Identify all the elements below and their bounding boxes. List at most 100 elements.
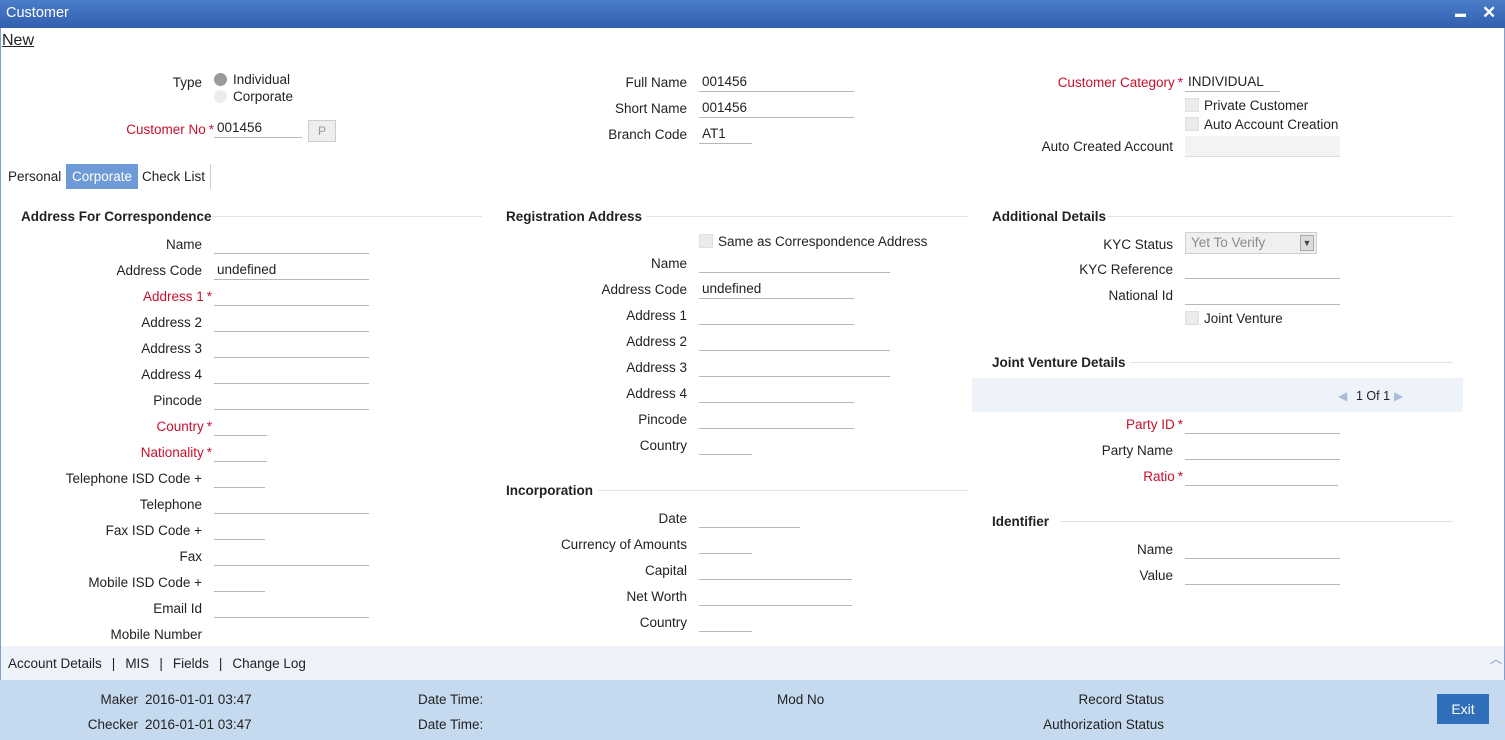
corr-address1-input[interactable] [214,286,369,306]
inc-currency-input[interactable] [699,534,752,554]
section-divider [646,216,968,217]
corr-mobile-isd-input[interactable] [214,572,265,592]
section-divider [598,490,968,491]
radio-corporate[interactable] [214,90,227,103]
corr-name-label: Name [165,237,202,252]
customer-category-label: Customer Category * [1057,75,1183,90]
corr-address4-label: Address 4 [141,367,202,382]
ratio-label: Ratio * [1143,469,1183,484]
private-customer-label: Private Customer [1204,98,1309,113]
mod-no-label: Mod No [777,692,825,707]
reg-address4-input[interactable] [699,383,854,403]
window-title: Customer [6,5,69,21]
corr-address2-input[interactable] [214,312,369,332]
mis-link[interactable]: MIS [125,656,149,671]
maker-date-time-label: Date Time: [418,692,484,707]
party-name-label: Party Name [1101,443,1173,458]
inc-date-label: Date [658,511,687,526]
reg-address1-input[interactable] [699,305,854,325]
new-link[interactable]: New [2,32,34,50]
inc-capital-label: Capital [644,563,687,578]
reg-country-input[interactable] [699,435,752,455]
registration-title: Registration Address [506,209,643,224]
section-divider [1060,521,1453,522]
corr-mobile-label: Mobile Number [110,627,202,642]
short-name-input[interactable]: 001456 [699,98,854,118]
reg-country-label: Country [639,438,687,453]
ratio-input[interactable] [1185,466,1338,486]
corr-pincode-input[interactable] [214,390,369,410]
inc-country-label: Country [639,615,687,630]
reg-address3-label: Address 3 [626,360,687,375]
tab-check-list[interactable]: Check List [136,164,211,189]
corr-tel-isd-input[interactable] [214,468,265,488]
tab-corporate[interactable]: Corporate [66,164,139,189]
reg-address2-label: Address 2 [626,334,687,349]
corr-fax-isd-input[interactable] [214,520,265,540]
close-icon[interactable]: ✕ [1482,3,1496,23]
radio-corporate-label: Corporate [233,89,294,104]
corr-address-code-input[interactable]: undefined [214,260,369,280]
reg-address-code-input[interactable]: undefined [699,279,854,299]
correspondence-title: Address For Correspondence [21,209,212,224]
corr-telephone-input[interactable] [214,494,369,514]
checker-value: 2016-01-01 03:47 [145,717,252,732]
exit-button[interactable]: Exit [1437,694,1489,724]
corr-fax-label: Fax [179,549,202,564]
corr-email-input[interactable] [214,598,369,618]
joint-venture-checkbox[interactable] [1185,311,1199,325]
next-page-icon[interactable]: ▶ [1394,389,1403,403]
kyc-status-value: Yet To Verify [1191,235,1266,250]
customer-no-input[interactable]: 001456 [214,118,302,138]
identifier-name-input[interactable] [1185,539,1340,559]
minimize-icon[interactable]: ▬ [1455,8,1466,20]
branch-code-input[interactable]: AT1 [699,124,752,144]
additional-title: Additional Details [992,209,1107,224]
inc-country-input[interactable] [699,612,752,632]
reg-address2-input[interactable] [699,331,890,351]
reg-pincode-input[interactable] [699,409,854,429]
corr-address2-label: Address 2 [141,315,202,330]
same-as-checkbox[interactable] [699,234,713,248]
reg-name-input[interactable] [699,253,890,273]
checker-label: Checker [87,717,138,732]
corr-address3-input[interactable] [214,338,369,358]
national-id-input[interactable] [1185,285,1340,305]
identifier-title: Identifier [992,514,1050,529]
inc-net-worth-input[interactable] [699,586,852,606]
full-name-input[interactable]: 001456 [699,72,854,92]
corr-name-input[interactable] [214,234,369,254]
authorization-status-label: Authorization Status [1043,717,1164,732]
identifier-value-label: Value [1139,568,1173,583]
change-log-link[interactable]: Change Log [232,656,306,671]
reg-address3-input[interactable] [699,357,890,377]
customer-category-input[interactable]: INDIVIDUAL [1185,72,1280,92]
kyc-reference-input[interactable] [1185,259,1340,279]
radio-individual[interactable] [214,73,227,86]
auto-account-creation-label: Auto Account Creation [1204,117,1339,132]
corr-address3-label: Address 3 [141,341,202,356]
fields-link[interactable]: Fields [173,656,209,671]
corr-nationality-input[interactable] [214,442,267,462]
kyc-reference-label: KYC Reference [1079,262,1173,277]
tab-personal[interactable]: Personal [2,164,67,189]
prev-page-icon[interactable]: ◀ [1338,389,1347,403]
corr-fax-input[interactable] [214,546,369,566]
identifier-value-input[interactable] [1185,565,1340,585]
party-id-input[interactable] [1185,414,1340,434]
reg-address4-label: Address 4 [626,386,687,401]
collapse-up-icon[interactable]: ︿ [1490,650,1502,667]
corr-country-input[interactable] [214,416,267,436]
inc-capital-input[interactable] [699,560,852,580]
private-customer-checkbox[interactable] [1185,98,1199,112]
inc-date-input[interactable] [699,508,800,528]
chevron-down-icon: ▼ [1300,235,1314,251]
corr-address4-input[interactable] [214,364,369,384]
auto-created-account-label: Auto Created Account [1041,139,1173,154]
auto-account-creation-checkbox[interactable] [1185,117,1199,131]
kyc-status-select[interactable]: Yet To Verify ▼ [1185,232,1317,254]
corr-mobile-isd-label: Mobile ISD Code + [88,575,202,590]
p-button[interactable]: P [308,120,336,142]
party-name-input[interactable] [1185,440,1340,460]
account-details-link[interactable]: Account Details [8,656,102,671]
